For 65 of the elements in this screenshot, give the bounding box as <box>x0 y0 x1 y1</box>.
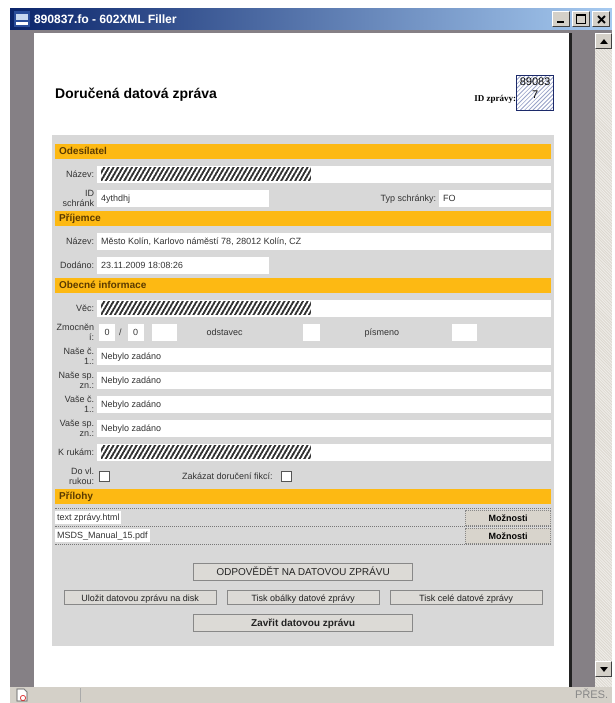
text-field[interactable]: 4ythdhj <box>97 190 269 206</box>
number-field[interactable]: 0 <box>128 324 144 340</box>
field-label: Dodáno: <box>58 260 94 270</box>
field-label: ID schránk <box>61 188 94 208</box>
down-arrow-icon <box>600 666 608 672</box>
close-message-button[interactable]: Zavřit datovou zprávu <box>193 614 413 632</box>
field-label: Věc: <box>74 303 94 313</box>
slash-separator: / <box>119 327 122 337</box>
text-field[interactable] <box>97 444 551 460</box>
maximize-button[interactable] <box>572 11 590 27</box>
document-title: Doručená datová zpráva <box>55 85 217 101</box>
number-field[interactable]: 0 <box>99 324 115 340</box>
field-label: Zmocnění: <box>55 322 94 342</box>
checkbox[interactable] <box>280 470 292 482</box>
field-label: Vaše sp. zn.: <box>58 418 94 438</box>
app-icon <box>14 11 30 27</box>
text-field[interactable]: FO <box>439 190 551 206</box>
scroll-up-button[interactable] <box>595 33 612 49</box>
field-label: Do vl. rukou: <box>68 466 94 486</box>
document-icon <box>16 688 28 702</box>
minimize-button[interactable] <box>552 11 570 27</box>
section-header: Přílohy <box>55 489 551 504</box>
text-field[interactable]: Nebylo zadáno <box>97 348 551 364</box>
field-label: Název: <box>64 169 94 179</box>
section-header: Obecné informace <box>55 278 551 293</box>
maximize-icon <box>576 14 586 24</box>
close-button[interactable] <box>592 11 610 27</box>
text-field[interactable] <box>152 324 177 340</box>
text-field[interactable]: 23.11.2009 18:08:26 <box>97 256 269 274</box>
text-field[interactable] <box>452 324 478 340</box>
attachment-name[interactable]: text zprávy.html <box>55 511 122 524</box>
vertical-scrollbar[interactable] <box>595 33 612 687</box>
field-label: Typ schránky: <box>380 193 436 203</box>
scroll-down-button[interactable] <box>595 661 612 677</box>
id-field[interactable]: 890837 <box>516 75 554 111</box>
section-header: Odesílatel <box>55 144 551 159</box>
window-title: 890837.fo - 602XML Filler <box>34 12 178 26</box>
close-icon <box>596 14 606 24</box>
options-button[interactable]: Možnosti <box>465 528 551 544</box>
field-label: Vaše č. 1.: <box>64 394 94 414</box>
text-field[interactable] <box>97 166 551 182</box>
field-label: K rukám: <box>56 447 94 457</box>
text-field[interactable]: Nebylo zadáno <box>97 420 551 436</box>
field-label: Naše sp. zn.: <box>57 370 94 390</box>
reply-button[interactable]: ODPOVĚDĚT NA DATOVOU ZPRÁVU <box>193 563 413 581</box>
attachment-name[interactable]: MSDS_Manual_15.pdf <box>55 529 150 542</box>
options-button[interactable]: Možnosti <box>465 510 551 526</box>
action-button[interactable]: Tisk celé datové zprávy <box>390 590 542 605</box>
id-label: ID zprávy: <box>474 93 516 103</box>
field-label: Název: <box>64 236 94 246</box>
checkbox-label: Zakázat doručení fikcí: <box>182 471 273 481</box>
action-button[interactable]: Tisk obálky datové zprávy <box>226 590 380 605</box>
section-header: Příjemce <box>55 211 551 226</box>
checkbox[interactable] <box>99 470 110 482</box>
action-button[interactable]: Uložit datovou zprávu na disk <box>64 590 216 605</box>
text-field[interactable]: Nebylo zadáno <box>97 396 551 412</box>
field-label: písmeno <box>364 327 400 337</box>
field-label: odstavec <box>206 327 243 337</box>
up-arrow-icon <box>600 38 608 44</box>
text-field[interactable] <box>97 300 551 316</box>
text-field[interactable]: Nebylo zadáno <box>97 372 551 388</box>
text-field[interactable]: Město Kolín, Karlovo náměstí 78, 28012 Kolín, CZ <box>97 232 551 250</box>
text-field[interactable] <box>302 324 320 340</box>
status-mode: PŘES. <box>574 689 608 701</box>
field-label: Naše č. 1.: <box>62 346 94 366</box>
